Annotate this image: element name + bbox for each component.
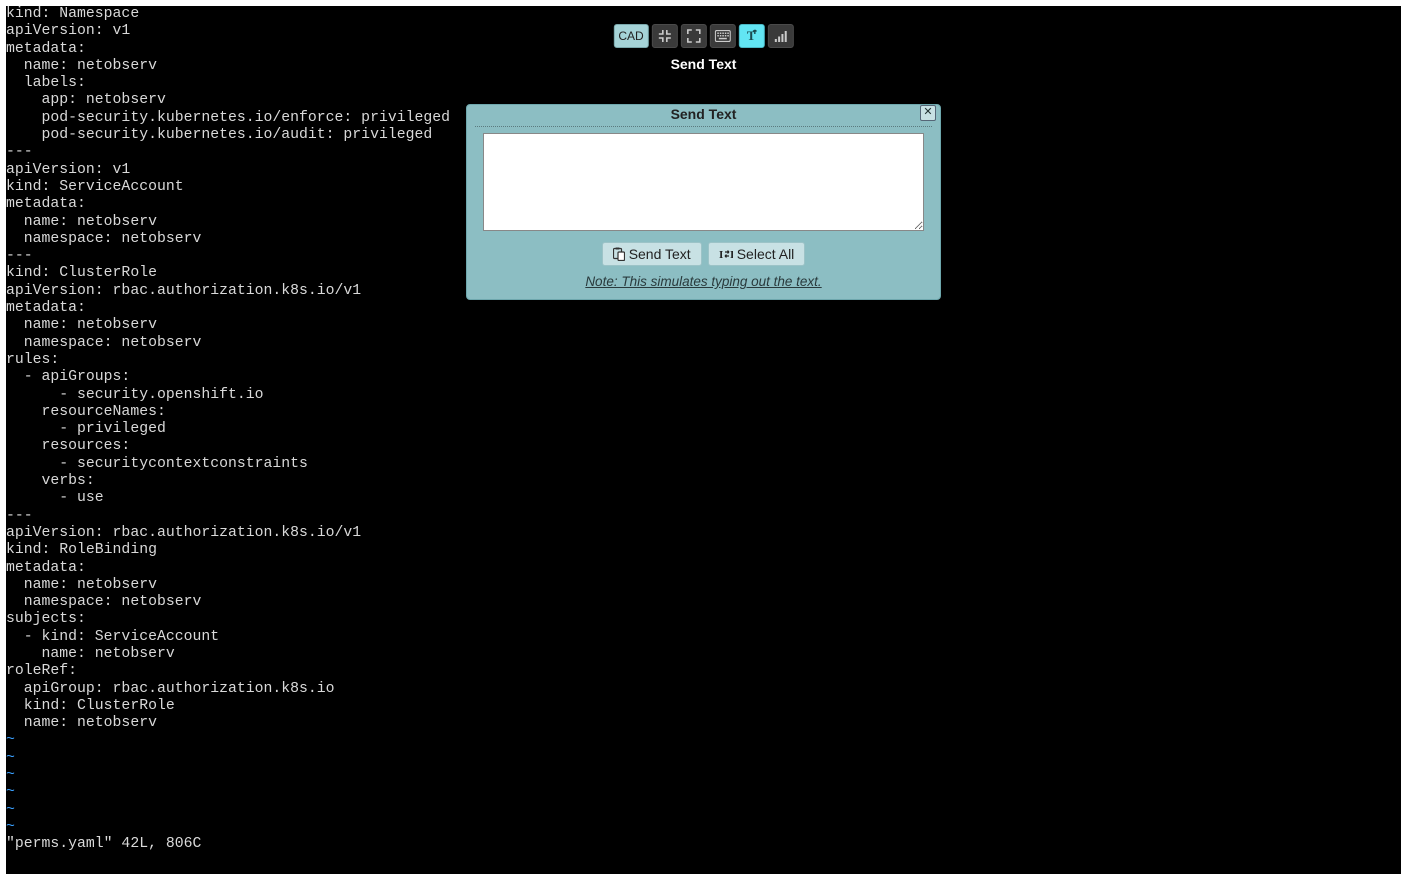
cad-label: CAD bbox=[618, 29, 643, 43]
send-text-icon[interactable]: T bbox=[739, 24, 765, 48]
dialog-title: Send Text bbox=[475, 106, 932, 122]
svg-text:I: I bbox=[719, 249, 723, 260]
send-text-dialog: Send Text ✕ Send Text II bbox=[466, 104, 941, 300]
dialog-body: Send Text II Select All Note: This simul… bbox=[467, 127, 940, 289]
select-all-button[interactable]: II Select All bbox=[708, 242, 806, 266]
send-text-label: Send Text bbox=[629, 246, 691, 262]
terminal-text: kind: Namespace apiVersion: v1 metadata:… bbox=[6, 6, 450, 854]
keyboard-icon[interactable] bbox=[710, 24, 736, 48]
dialog-note: Note: This simulates typing out the text… bbox=[483, 274, 924, 289]
svg-text:I: I bbox=[730, 249, 733, 260]
dialog-buttons: Send Text II Select All bbox=[483, 242, 924, 266]
close-icon[interactable]: ✕ bbox=[920, 105, 936, 121]
fullscreen-icon[interactable] bbox=[681, 24, 707, 48]
dialog-header[interactable]: Send Text ✕ bbox=[475, 105, 932, 127]
paste-icon bbox=[613, 247, 625, 261]
signal-icon[interactable] bbox=[768, 24, 794, 48]
viewport: kind: Namespace apiVersion: v1 metadata:… bbox=[0, 0, 1407, 880]
shrink-icon[interactable] bbox=[652, 24, 678, 48]
send-text-button[interactable]: Send Text bbox=[602, 242, 702, 266]
select-all-label: Select All bbox=[737, 246, 795, 262]
select-all-icon: II bbox=[719, 248, 733, 260]
cad-button[interactable]: CAD bbox=[613, 24, 648, 48]
terminal-area[interactable]: kind: Namespace apiVersion: v1 metadata:… bbox=[6, 6, 1401, 874]
send-text-input[interactable] bbox=[483, 133, 924, 231]
remote-toolbar: CAD T bbox=[613, 24, 793, 48]
toolbar-tooltip: Send Text bbox=[671, 56, 737, 72]
